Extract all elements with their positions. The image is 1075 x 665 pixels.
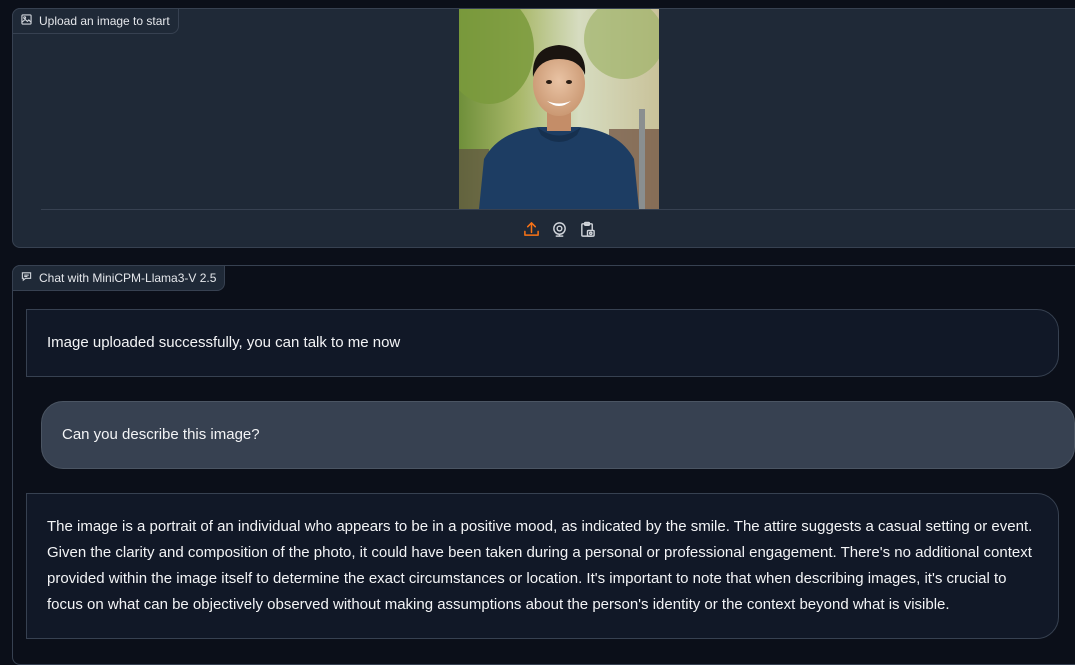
upload-panel-label: Upload an image to start: [12, 8, 179, 34]
upload-source-toolbar: [522, 219, 596, 239]
chat-icon: [21, 271, 32, 285]
webcam-button[interactable]: [550, 219, 568, 239]
bot-message: Image uploaded successfully, you can tal…: [26, 309, 1059, 377]
bot-message: The image is a portrait of an individual…: [26, 493, 1059, 639]
webcam-icon: [552, 221, 566, 237]
clipboard-icon: [580, 221, 595, 237]
chat-panel-label-text: Chat with MiniCPM-Llama3-V 2.5: [39, 271, 217, 285]
bot-message-text: Image uploaded successfully, you can tal…: [47, 334, 401, 351]
upload-divider: [41, 209, 1075, 210]
upload-button[interactable]: [522, 219, 540, 239]
user-message-text: Can you describe this image?: [62, 426, 260, 443]
chat-panel-label: Chat with MiniCPM-Llama3-V 2.5: [12, 265, 226, 291]
chatbot-panel: Chat with MiniCPM-Llama3-V 2.5 Image upl…: [12, 265, 1075, 665]
image-upload-panel[interactable]: Upload an image to start: [12, 8, 1075, 248]
upload-panel-label-text: Upload an image to start: [39, 14, 170, 28]
upload-icon: [523, 221, 539, 236]
uploaded-portrait-image: [459, 9, 659, 209]
image-icon: [21, 14, 32, 28]
user-message: Can you describe this image?: [41, 401, 1075, 469]
bot-message-text: The image is a portrait of an individual…: [47, 518, 1033, 613]
clipboard-button[interactable]: [578, 219, 596, 239]
